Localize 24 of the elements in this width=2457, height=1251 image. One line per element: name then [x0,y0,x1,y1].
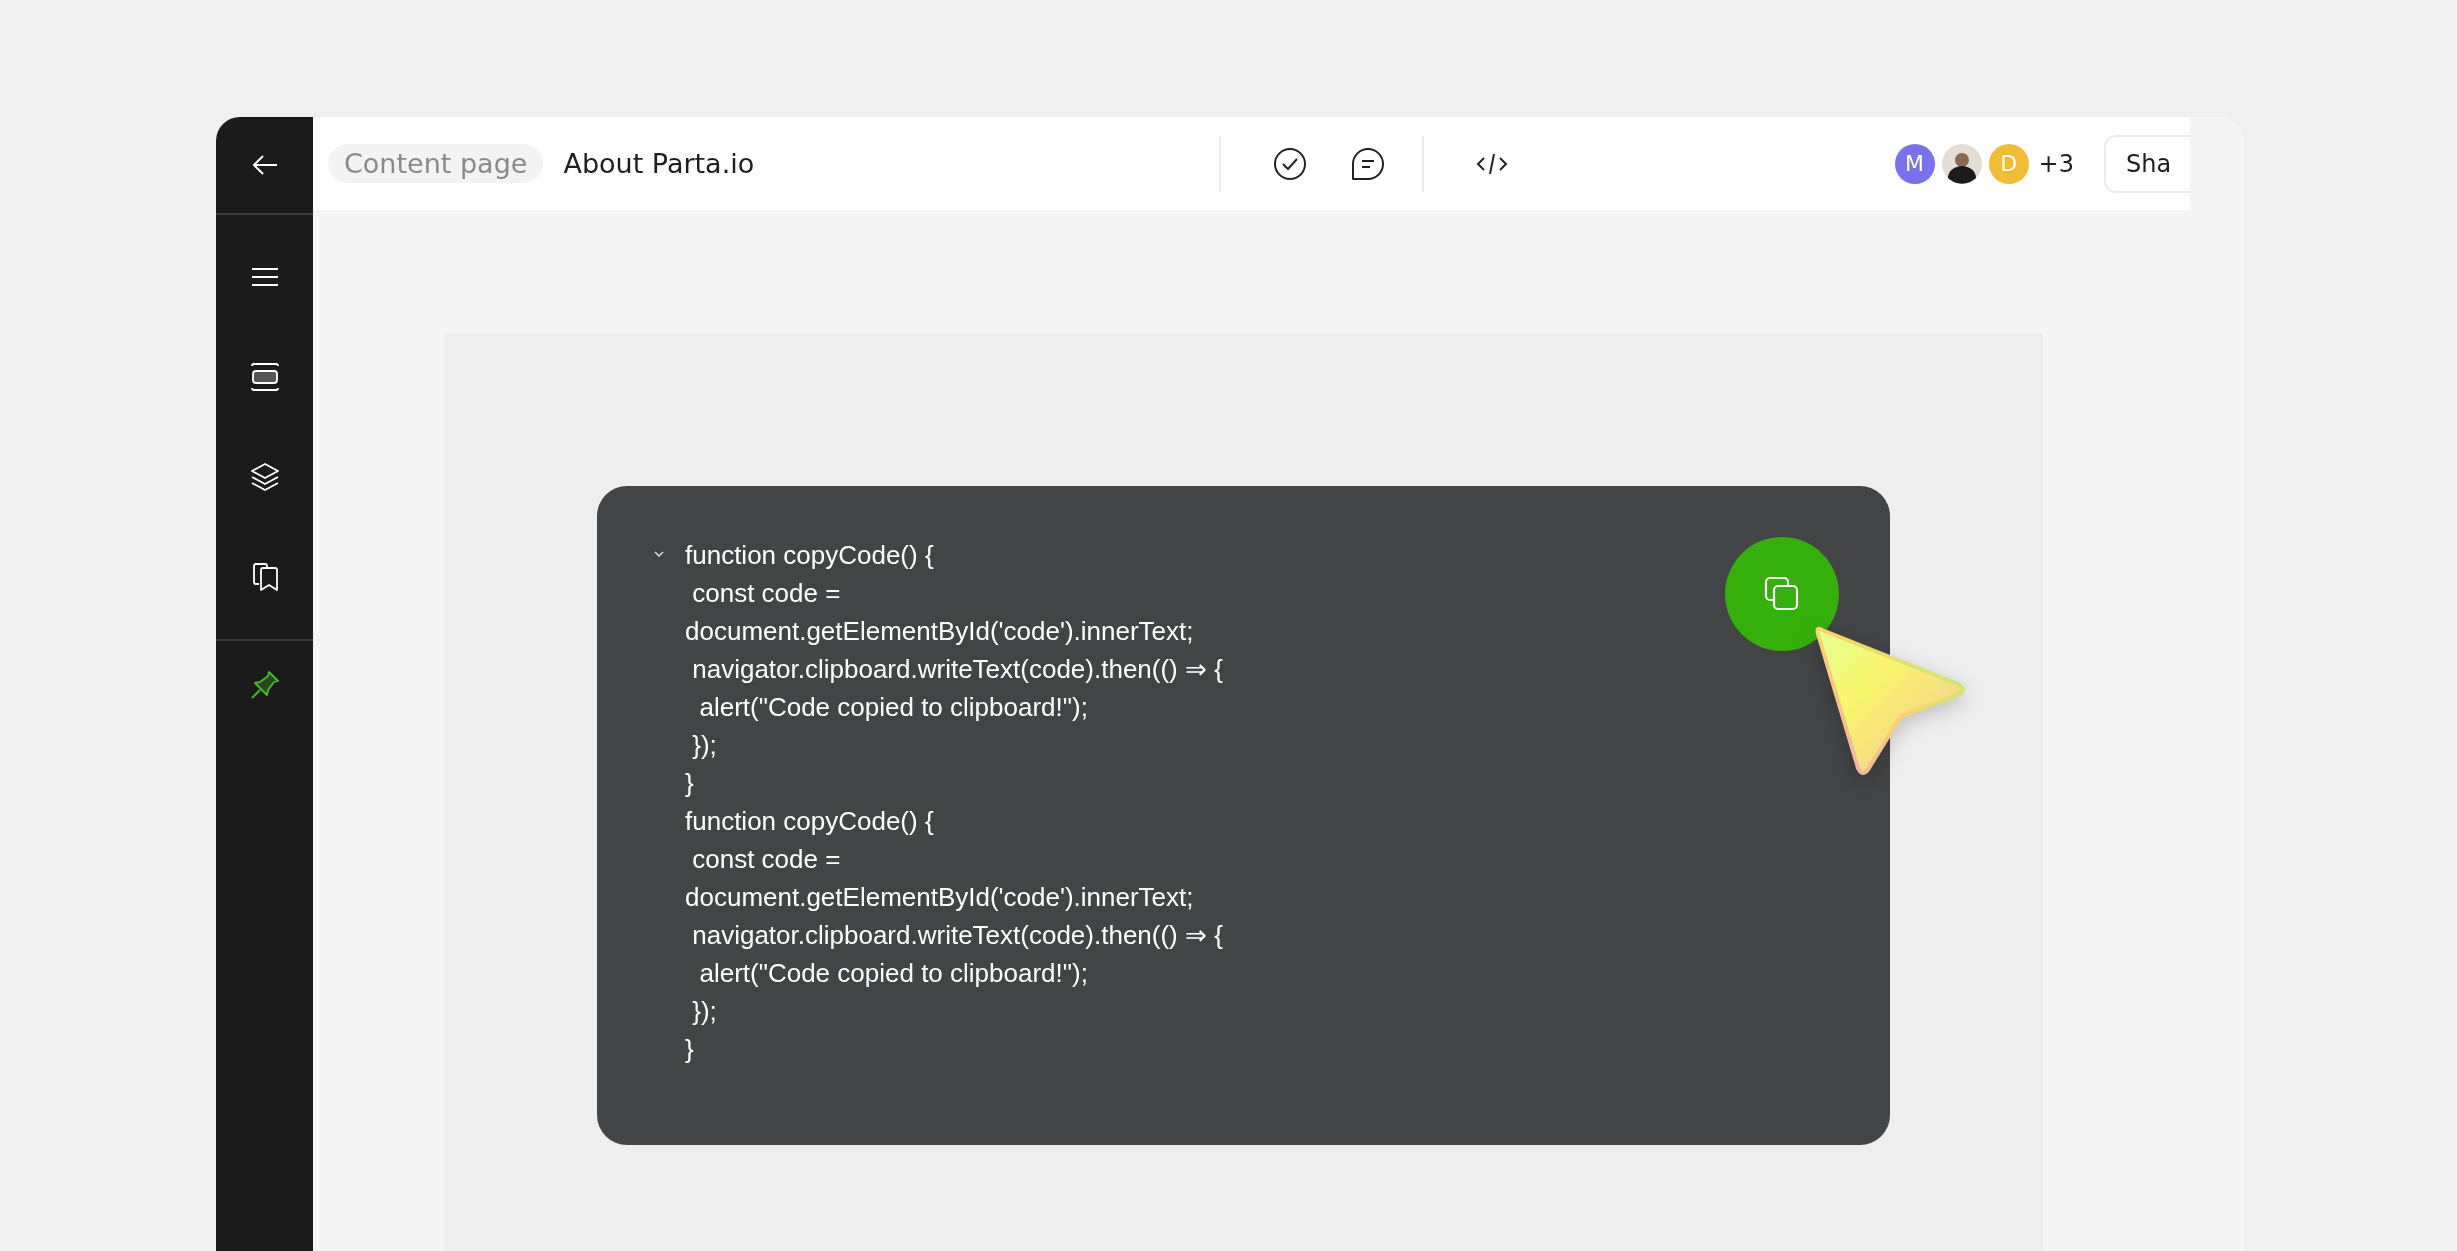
more-users-count: +3 [2038,149,2074,178]
code-line: navigator.clipboard.writeText(code).then(() ⇒ { [691,919,1223,952]
user-avatar[interactable]: M [1894,143,1935,184]
comment-icon[interactable] [1350,145,1386,182]
page-title: About Parta.io [563,148,755,179]
block-icon[interactable] [248,361,281,393]
code-line: }); [691,995,717,1028]
code-line: }); [691,729,717,762]
code-line: navigator.clipboard.writeText(code).then(() ⇒ { [691,653,1223,686]
user-avatar-silhouette[interactable] [1941,143,1982,184]
code-line: } [685,1033,694,1066]
code-line: alert("Code copied to clipboard!"); [698,691,1088,724]
code-line: } [685,767,694,800]
layers-icon[interactable] [248,461,281,493]
breadcrumb-link[interactable]: Content page [328,144,544,183]
code-line: alert("Code copied to clipboard!"); [698,957,1088,990]
code-line: function copyCode() { [685,539,934,572]
check-circle-icon[interactable] [1272,145,1308,182]
code-line: function copyCode() { [685,805,934,838]
code-line: document.getElementById('code').innerText; [685,881,1194,914]
code-line: const code = [691,843,841,876]
share-button[interactable]: Sha [2104,134,2190,193]
code-line: document.getElementById('code').innerText; [685,615,1194,648]
code-line: const code = [691,577,841,610]
